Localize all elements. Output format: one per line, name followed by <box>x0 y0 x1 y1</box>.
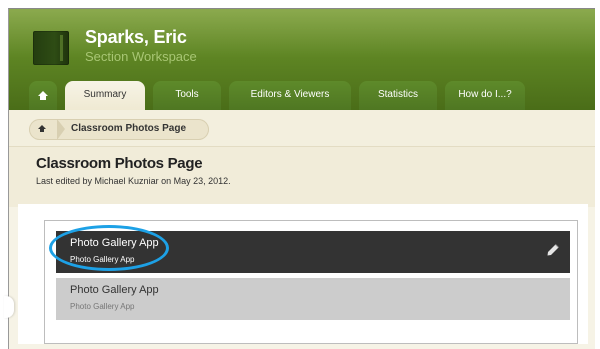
tab-how-do-i[interactable]: How do I...? <box>445 81 525 110</box>
breadcrumb-separator-icon <box>57 119 65 140</box>
tab-home[interactable] <box>29 81 57 110</box>
breadcrumb-bar: Classroom Photos Page <box>9 110 595 147</box>
app-subtitle: Photo Gallery App <box>70 302 135 311</box>
breadcrumb-current[interactable]: Classroom Photos Page <box>71 123 186 134</box>
home-icon <box>38 125 46 132</box>
breadcrumb-home[interactable] <box>29 119 55 140</box>
page-last-edited: Last edited by Michael Kuzniar on May 23… <box>36 176 231 186</box>
breadcrumb: Classroom Photos Page <box>29 119 209 140</box>
app-row[interactable]: Photo Gallery App Photo Gallery App <box>56 278 570 320</box>
page-title: Classroom Photos Page <box>36 155 203 172</box>
site-subtitle: Section Workspace <box>85 49 197 64</box>
book-logo-icon <box>33 31 69 65</box>
tab-statistics[interactable]: Statistics <box>359 81 437 110</box>
app-title: Photo Gallery App <box>70 284 159 296</box>
tab-editors-viewers[interactable]: Editors & Viewers <box>229 81 351 110</box>
site-header: Sparks, Eric Section Workspace Summary T… <box>9 9 595 111</box>
edit-pencil-icon[interactable] <box>546 243 560 257</box>
tab-tools[interactable]: Tools <box>153 81 221 110</box>
site-title: Sparks, Eric <box>85 27 187 47</box>
home-icon <box>38 91 48 100</box>
highlight-circle <box>49 225 169 271</box>
tab-summary[interactable]: Summary <box>65 81 145 111</box>
